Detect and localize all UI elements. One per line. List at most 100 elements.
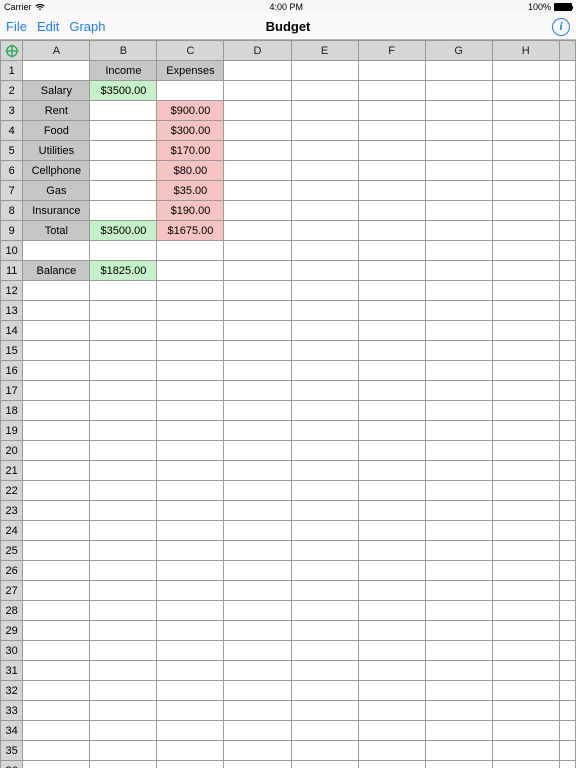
cell-F23[interactable] xyxy=(358,501,425,521)
cell-H15[interactable] xyxy=(492,341,559,361)
select-all-corner[interactable] xyxy=(1,41,23,61)
cell-H3[interactable] xyxy=(492,101,559,121)
cell-D19[interactable] xyxy=(224,421,291,441)
cell-tail-3[interactable] xyxy=(559,101,575,121)
cell-D13[interactable] xyxy=(224,301,291,321)
cell-C25[interactable] xyxy=(157,541,224,561)
row-header-21[interactable]: 21 xyxy=(1,461,23,481)
cell-D18[interactable] xyxy=(224,401,291,421)
cell-A21[interactable] xyxy=(23,461,90,481)
cell-D34[interactable] xyxy=(224,721,291,741)
cell-D9[interactable] xyxy=(224,221,291,241)
col-header-E[interactable]: E xyxy=(291,41,358,61)
cell-F35[interactable] xyxy=(358,741,425,761)
cell-H4[interactable] xyxy=(492,121,559,141)
cell-E6[interactable] xyxy=(291,161,358,181)
cell-E21[interactable] xyxy=(291,461,358,481)
cell-B1[interactable]: Income xyxy=(90,61,157,81)
cell-A29[interactable] xyxy=(23,621,90,641)
cell-A15[interactable] xyxy=(23,341,90,361)
cell-F34[interactable] xyxy=(358,721,425,741)
cell-E9[interactable] xyxy=(291,221,358,241)
cell-tail-13[interactable] xyxy=(559,301,575,321)
row-header-10[interactable]: 10 xyxy=(1,241,23,261)
menu-graph[interactable]: Graph xyxy=(69,19,105,34)
cell-H36[interactable] xyxy=(492,761,559,768)
row-header-35[interactable]: 35 xyxy=(1,741,23,761)
cell-G16[interactable] xyxy=(425,361,492,381)
cell-C4[interactable]: $300.00 xyxy=(157,121,224,141)
cell-G9[interactable] xyxy=(425,221,492,241)
menu-edit[interactable]: Edit xyxy=(37,19,59,34)
cell-H7[interactable] xyxy=(492,181,559,201)
cell-E35[interactable] xyxy=(291,741,358,761)
cell-D14[interactable] xyxy=(224,321,291,341)
cell-tail-18[interactable] xyxy=(559,401,575,421)
cell-C16[interactable] xyxy=(157,361,224,381)
menu-file[interactable]: File xyxy=(6,19,27,34)
cell-tail-6[interactable] xyxy=(559,161,575,181)
cell-G14[interactable] xyxy=(425,321,492,341)
cell-E18[interactable] xyxy=(291,401,358,421)
cell-G4[interactable] xyxy=(425,121,492,141)
cell-D32[interactable] xyxy=(224,681,291,701)
cell-H29[interactable] xyxy=(492,621,559,641)
cell-G32[interactable] xyxy=(425,681,492,701)
cell-F11[interactable] xyxy=(358,261,425,281)
cell-D3[interactable] xyxy=(224,101,291,121)
cell-tail-35[interactable] xyxy=(559,741,575,761)
cell-D17[interactable] xyxy=(224,381,291,401)
cell-H35[interactable] xyxy=(492,741,559,761)
cell-B17[interactable] xyxy=(90,381,157,401)
cell-E30[interactable] xyxy=(291,641,358,661)
cell-tail-1[interactable] xyxy=(559,61,575,81)
row-header-33[interactable]: 33 xyxy=(1,701,23,721)
cell-A3[interactable]: Rent xyxy=(23,101,90,121)
cell-B13[interactable] xyxy=(90,301,157,321)
cell-E3[interactable] xyxy=(291,101,358,121)
row-header-32[interactable]: 32 xyxy=(1,681,23,701)
cell-A11[interactable]: Balance xyxy=(23,261,90,281)
cell-E34[interactable] xyxy=(291,721,358,741)
cell-G5[interactable] xyxy=(425,141,492,161)
cell-D12[interactable] xyxy=(224,281,291,301)
cell-tail-8[interactable] xyxy=(559,201,575,221)
cell-E27[interactable] xyxy=(291,581,358,601)
cell-G6[interactable] xyxy=(425,161,492,181)
cell-G27[interactable] xyxy=(425,581,492,601)
cell-B29[interactable] xyxy=(90,621,157,641)
cell-H10[interactable] xyxy=(492,241,559,261)
row-header-3[interactable]: 3 xyxy=(1,101,23,121)
cell-G31[interactable] xyxy=(425,661,492,681)
cell-D8[interactable] xyxy=(224,201,291,221)
cell-E32[interactable] xyxy=(291,681,358,701)
cell-D31[interactable] xyxy=(224,661,291,681)
cell-G8[interactable] xyxy=(425,201,492,221)
cell-F15[interactable] xyxy=(358,341,425,361)
cell-F5[interactable] xyxy=(358,141,425,161)
cell-E12[interactable] xyxy=(291,281,358,301)
cell-C23[interactable] xyxy=(157,501,224,521)
row-header-9[interactable]: 9 xyxy=(1,221,23,241)
row-header-12[interactable]: 12 xyxy=(1,281,23,301)
row-header-5[interactable]: 5 xyxy=(1,141,23,161)
cell-B4[interactable] xyxy=(90,121,157,141)
cell-B24[interactable] xyxy=(90,521,157,541)
cell-tail-4[interactable] xyxy=(559,121,575,141)
cell-F7[interactable] xyxy=(358,181,425,201)
row-header-27[interactable]: 27 xyxy=(1,581,23,601)
cell-B7[interactable] xyxy=(90,181,157,201)
cell-F22[interactable] xyxy=(358,481,425,501)
row-header-26[interactable]: 26 xyxy=(1,561,23,581)
cell-F12[interactable] xyxy=(358,281,425,301)
cell-E20[interactable] xyxy=(291,441,358,461)
cell-H27[interactable] xyxy=(492,581,559,601)
cell-G2[interactable] xyxy=(425,81,492,101)
cell-tail-26[interactable] xyxy=(559,561,575,581)
cell-A19[interactable] xyxy=(23,421,90,441)
cell-H6[interactable] xyxy=(492,161,559,181)
cell-H5[interactable] xyxy=(492,141,559,161)
cell-F18[interactable] xyxy=(358,401,425,421)
cell-E26[interactable] xyxy=(291,561,358,581)
cell-B10[interactable] xyxy=(90,241,157,261)
